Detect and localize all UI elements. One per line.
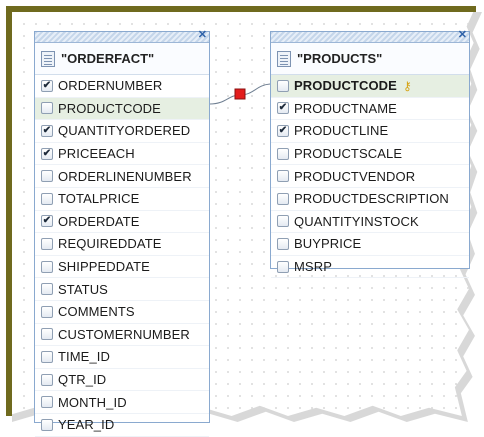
model-canvas: ✕ "ORDERFACT" ✔ ORDERNUMBER PRODUCTCODE ✔ QU… (0, 0, 484, 437)
field-name: BUYPRICE (294, 236, 362, 252)
field-row[interactable]: QUANTITYINSTOCK (271, 211, 469, 234)
field-row[interactable]: PRODUCTCODE ⚷ (271, 75, 469, 98)
checkbox-icon[interactable] (277, 170, 289, 183)
field-name: PRODUCTLINE (294, 123, 389, 139)
checkbox-icon[interactable]: ✔ (41, 124, 53, 137)
checkbox-icon[interactable]: ✔ (41, 79, 53, 92)
checkbox-icon[interactable] (41, 260, 53, 273)
field-name: REQUIREDDATE (58, 236, 162, 252)
field-row[interactable]: QTR_ID (35, 369, 209, 392)
checkbox-icon[interactable] (41, 350, 53, 363)
checkbox-icon[interactable] (41, 170, 53, 183)
field-row[interactable]: ORDERLINENUMBER (35, 165, 209, 188)
checkbox-icon[interactable] (277, 237, 289, 250)
field-row[interactable]: PRODUCTSCALE (271, 143, 469, 166)
checkbox-icon[interactable]: ✔ (277, 124, 289, 137)
table-header[interactable]: "ORDERFACT" (35, 43, 209, 75)
checkbox-icon[interactable]: ✔ (277, 102, 289, 115)
field-row[interactable]: TIME_ID (35, 346, 209, 369)
field-name: MSRP (294, 259, 332, 275)
table-products[interactable]: ✕ "PRODUCTS" PRODUCTCODE ⚷ ✔ PRODUCTNAME ✔ PR… (270, 29, 470, 279)
checkbox-icon[interactable] (277, 192, 289, 205)
field-row[interactable]: MONTH_ID (35, 391, 209, 414)
checkbox-icon[interactable]: ✔ (41, 147, 53, 160)
field-row[interactable]: REQUIREDDATE (35, 233, 209, 256)
field-name: CUSTOMERNUMBER (58, 326, 190, 342)
checkbox-icon[interactable] (277, 215, 289, 228)
field-name: MONTH_ID (58, 394, 127, 410)
field-name: SHIPPEDDATE (58, 259, 150, 275)
checkbox-icon[interactable]: ✔ (41, 215, 53, 228)
table-orderfact[interactable]: ✕ "ORDERFACT" ✔ ORDERNUMBER PRODUCTCODE ✔ QU… (34, 29, 210, 437)
field-name: PRODUCTCODE (58, 100, 161, 116)
field-list: ✔ ORDERNUMBER PRODUCTCODE ✔ QUANTITYORDERED ✔… (35, 75, 209, 437)
field-name: STATUS (58, 281, 108, 297)
checkbox-icon[interactable] (277, 79, 289, 92)
field-name: YEAR_ID (58, 417, 115, 433)
checkbox-icon[interactable] (41, 192, 53, 205)
field-name: PRODUCTDESCRIPTION (294, 191, 449, 207)
field-row[interactable]: YEAR_ID (35, 414, 209, 437)
field-name: PRODUCTCODE (294, 78, 397, 94)
checkbox-icon[interactable] (41, 102, 53, 115)
field-row[interactable]: COMMENTS (35, 301, 209, 324)
field-name: TIME_ID (58, 349, 110, 365)
field-row[interactable]: ✔ ORDERDATE (35, 211, 209, 234)
field-row[interactable]: STATUS (35, 278, 209, 301)
field-name: ORDERLINENUMBER (58, 168, 192, 184)
field-name: TOTALPRICE (58, 191, 140, 207)
field-row[interactable]: ✔ PRODUCTNAME (271, 98, 469, 121)
field-name: PRICEEACH (58, 146, 135, 162)
key-icon: ⚷ (402, 78, 412, 93)
field-row[interactable]: PRODUCTDESCRIPTION (271, 188, 469, 211)
field-name: QUANTITYINSTOCK (294, 213, 419, 229)
field-name: COMMENTS (58, 304, 135, 320)
field-name: QTR_ID (58, 372, 107, 388)
field-name: QUANTITYORDERED (58, 123, 191, 139)
field-row[interactable]: ✔ PRICEEACH (35, 143, 209, 166)
field-list: PRODUCTCODE ⚷ ✔ PRODUCTNAME ✔ PRODUCTLINE PROD… (271, 75, 469, 279)
table-title: "ORDERFACT" (61, 51, 155, 66)
field-row[interactable]: BUYPRICE (271, 233, 469, 256)
checkbox-icon[interactable] (41, 396, 53, 409)
table-header[interactable]: "PRODUCTS" (271, 43, 469, 75)
table-title: "PRODUCTS" (297, 51, 383, 66)
field-name: ORDERDATE (58, 213, 140, 229)
checkbox-icon[interactable] (41, 283, 53, 296)
table-icon (277, 50, 291, 67)
table-drag-bar[interactable]: ✕ (271, 29, 469, 43)
field-row[interactable]: MSRP (271, 256, 469, 279)
field-name: PRODUCTVENDOR (294, 168, 416, 184)
field-row[interactable]: SHIPPEDDATE (35, 256, 209, 279)
table-icon (41, 50, 55, 67)
field-row[interactable]: PRODUCTCODE (35, 97, 209, 121)
checkbox-icon[interactable] (277, 147, 289, 160)
table-drag-bar[interactable]: ✕ (35, 29, 209, 43)
field-row[interactable]: ✔ PRODUCTLINE (271, 120, 469, 143)
field-row[interactable]: PRODUCTVENDOR (271, 165, 469, 188)
field-row[interactable]: ✔ ORDERNUMBER (35, 75, 209, 98)
checkbox-icon[interactable] (41, 418, 53, 431)
field-name: ORDERNUMBER (58, 78, 163, 94)
checkbox-icon[interactable] (41, 305, 53, 318)
field-row[interactable]: TOTALPRICE (35, 188, 209, 211)
field-name: PRODUCTNAME (294, 100, 397, 116)
field-row[interactable]: ✔ QUANTITYORDERED (35, 120, 209, 143)
close-icon[interactable]: ✕ (198, 29, 207, 41)
field-name: PRODUCTSCALE (294, 146, 403, 162)
checkbox-icon[interactable] (41, 373, 53, 386)
checkbox-icon[interactable] (41, 328, 53, 341)
field-row[interactable]: CUSTOMERNUMBER (35, 324, 209, 347)
close-icon[interactable]: ✕ (458, 29, 467, 41)
checkbox-icon[interactable] (41, 237, 53, 250)
checkbox-icon[interactable] (277, 260, 289, 273)
